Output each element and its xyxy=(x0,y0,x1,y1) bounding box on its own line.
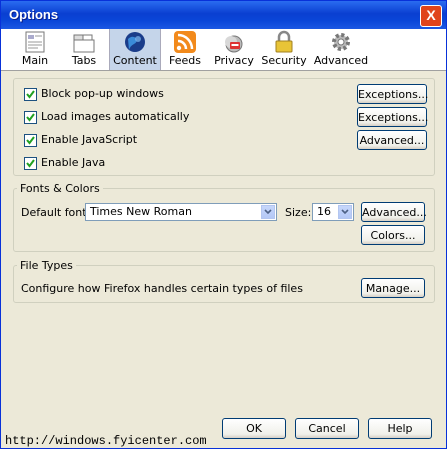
privacy-icon xyxy=(225,35,243,53)
main-icon xyxy=(25,31,45,53)
default-font-select[interactable]: Times New Roman xyxy=(85,203,277,221)
option-block-popups[interactable]: Block pop-up windows xyxy=(24,86,284,102)
tab-privacy-label: Privacy xyxy=(214,54,254,67)
javascript-advanced-button[interactable]: Advanced... xyxy=(357,130,427,150)
tab-tabs[interactable]: Tabs xyxy=(61,29,107,70)
chevron-down-icon[interactable] xyxy=(338,205,352,219)
tab-content-label: Content xyxy=(113,54,157,67)
file-types-label: File Types xyxy=(17,259,76,272)
tab-feeds[interactable]: Feeds xyxy=(161,29,209,70)
checkbox-block-popups[interactable] xyxy=(24,88,37,101)
manage-button[interactable]: Manage... xyxy=(361,278,425,298)
feeds-icon xyxy=(174,31,196,53)
default-font-value: Times New Roman xyxy=(90,205,192,218)
tab-content[interactable]: Content xyxy=(109,29,161,70)
title-bar[interactable]: Options X xyxy=(1,1,446,29)
option-load-images[interactable]: Load images automatically xyxy=(24,109,284,125)
help-button[interactable]: Help xyxy=(368,418,432,439)
default-font-label: Default font: xyxy=(21,206,91,219)
font-size-select[interactable]: 16 xyxy=(312,203,354,221)
options-window: Options X Main Tabs Content Feeds Privac… xyxy=(0,0,447,449)
tab-feeds-label: Feeds xyxy=(169,54,201,67)
popup-exceptions-button[interactable]: Exceptions... xyxy=(357,84,428,104)
size-label: Size: xyxy=(285,206,312,219)
tab-security[interactable]: Security xyxy=(259,29,309,70)
tabs-icon xyxy=(73,34,95,53)
option-label: Block pop-up windows xyxy=(41,87,164,100)
checkbox-enable-javascript[interactable] xyxy=(24,134,37,147)
option-label: Load images automatically xyxy=(41,110,190,123)
tab-main-label: Main xyxy=(21,54,49,67)
tab-privacy[interactable]: Privacy xyxy=(211,29,257,70)
colors-button[interactable]: Colors... xyxy=(361,225,425,245)
tab-advanced[interactable]: Advanced xyxy=(313,29,369,70)
content-options-group: Block pop-up windows Exceptions... Load … xyxy=(13,78,435,176)
option-label: Enable Java xyxy=(41,156,106,169)
chevron-down-icon[interactable] xyxy=(261,205,275,219)
watermark-url: http://windows.fyicenter.com xyxy=(5,434,207,448)
fonts-colors-label: Fonts & Colors xyxy=(17,182,103,195)
images-exceptions-button[interactable]: Exceptions... xyxy=(357,107,428,127)
cancel-button[interactable]: Cancel xyxy=(295,418,359,439)
checkbox-enable-java[interactable] xyxy=(24,157,37,170)
font-size-value: 16 xyxy=(317,205,331,218)
checkbox-load-images[interactable] xyxy=(24,111,37,124)
close-button[interactable]: X xyxy=(420,5,442,27)
option-label: Enable JavaScript xyxy=(41,133,138,146)
tab-advanced-label: Advanced xyxy=(313,54,369,67)
category-toolbar: Main Tabs Content Feeds Privacy Security… xyxy=(1,29,446,71)
content-icon xyxy=(125,32,145,52)
security-icon xyxy=(275,30,293,53)
ok-button[interactable]: OK xyxy=(222,418,286,439)
tab-security-label: Security xyxy=(261,54,307,67)
window-title: Options xyxy=(9,7,59,22)
fonts-advanced-button[interactable]: Advanced... xyxy=(361,202,427,222)
advanced-icon xyxy=(332,33,350,51)
option-enable-java[interactable]: Enable Java xyxy=(24,155,284,171)
tab-main[interactable]: Main xyxy=(11,29,59,70)
option-enable-javascript[interactable]: Enable JavaScript xyxy=(24,132,284,148)
tab-tabs-label: Tabs xyxy=(71,54,97,67)
file-types-description: Configure how Firefox handles certain ty… xyxy=(21,282,303,295)
